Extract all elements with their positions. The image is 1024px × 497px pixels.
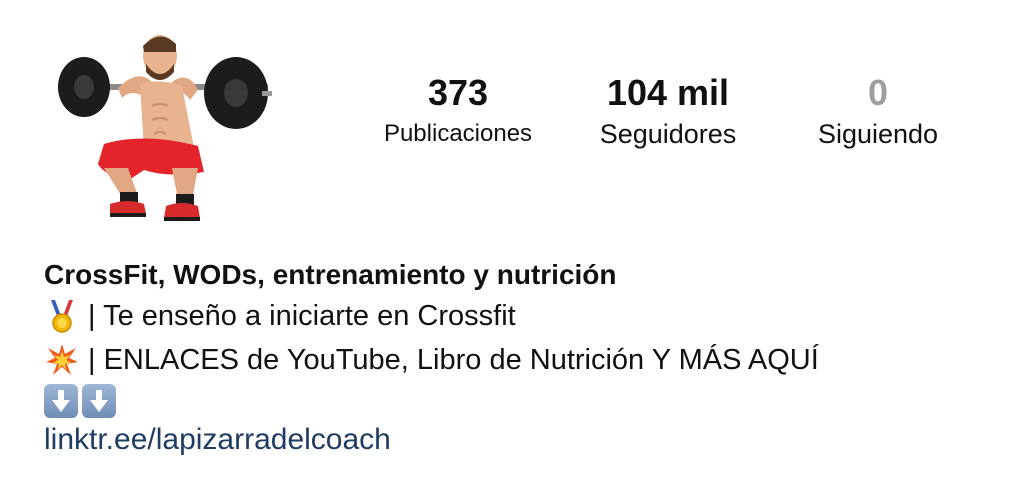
followers-count: 104 mil [606,72,730,113]
followers-label: Seguidores [599,119,737,149]
avatar[interactable] [48,28,278,238]
bio-line-2-text: | ENLACES de YouTube, Libro de Nutrición… [88,344,819,376]
bio-line-2: | ENLACES de YouTube, Libro de Nutrición… [44,338,1004,382]
weightlifter-squat-icon [58,35,272,221]
profile-name: CrossFit, WODs, entrenamiento y nutrició… [44,259,617,290]
medal-icon [51,300,73,333]
collision-icon [46,344,78,375]
posts-stat[interactable]: 373 Publicaciones [358,70,558,152]
following-count: 0 [867,72,889,113]
down-arrows [44,384,1004,418]
down-arrow-icon [82,384,116,418]
down-arrow-icon [44,384,78,418]
following-stat[interactable]: 0 Siguiendo [778,70,978,152]
posts-count: 373 [427,72,489,113]
following-label: Siguiendo [817,119,939,149]
profile-bio: CrossFit, WODs, entrenamiento y nutrició… [44,256,1004,460]
bio-line-1: | Te enseño a iniciarte en Crossfit [44,294,1004,338]
profile-link[interactable]: linktr.ee/lapizarradelcoach [44,420,1004,460]
bio-line-1-text: | Te enseño a iniciarte en Crossfit [88,300,516,332]
posts-label: Publicaciones [383,120,533,147]
profile-stats: 373 Publicaciones 104 mil Seguidores 0 S… [340,70,980,170]
followers-stat[interactable]: 104 mil Seguidores [568,70,768,152]
